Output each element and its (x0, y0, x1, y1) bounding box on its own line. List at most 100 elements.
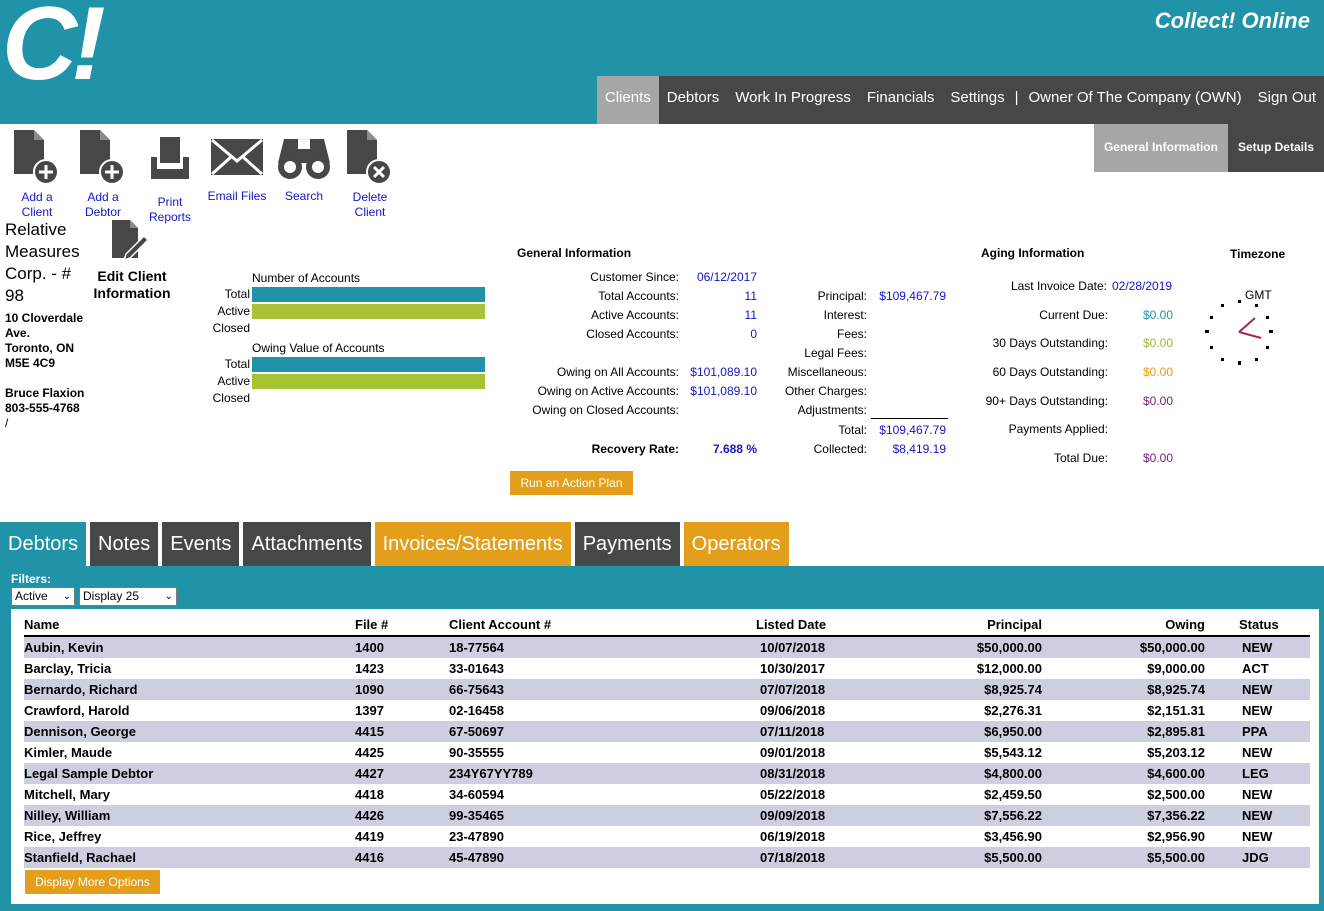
client-name-line: Corp. - # (5, 264, 72, 283)
bar-label: Total (224, 287, 250, 301)
active-accounts-value: 11 (744, 308, 757, 322)
tab-general-information[interactable]: General Information (1093, 124, 1228, 172)
debtors-table: Name File # Client Account # Listed Date… (11, 609, 1319, 904)
edit-client-button[interactable]: Edit Client Information (86, 218, 178, 302)
nav-operator-company[interactable]: Owner Of The Company (OWN) (1021, 76, 1250, 124)
display-more-options-button[interactable]: Display More Options (25, 870, 160, 894)
col-owing[interactable]: Owing (1165, 617, 1205, 632)
app-logo[interactable]: C! (2, 0, 106, 96)
table-row[interactable]: Legal Sample Debtor 4427 234Y67YY789 08/31/… (24, 763, 1310, 784)
app-header: C! Collect! Online Clients Debtors Work … (0, 0, 1324, 124)
cell-listed-date: 10/07/2018 (760, 640, 826, 655)
search-label: Search (284, 189, 324, 203)
tab-attachments[interactable]: Attachments (243, 522, 371, 567)
cell-name: Barclay, Tricia (24, 661, 112, 676)
table-row[interactable]: Bernardo, Richard 1090 66-75643 07/07/2018 $… (24, 679, 1310, 700)
col-client-account[interactable]: Client Account # (449, 617, 551, 632)
client-name-line: 98 (5, 286, 24, 305)
cell-listed-date: 06/19/2018 (760, 829, 826, 844)
cell-owing: $5,500.00 (1147, 850, 1205, 865)
number-active-bar (252, 304, 485, 319)
bar-label: Total (224, 357, 250, 371)
col-principal[interactable]: Principal (987, 617, 1042, 632)
cell-file-number: 4427 (355, 766, 384, 781)
main-nav: Clients Debtors Work In Progress Financi… (596, 76, 1324, 124)
number-closed-row: Closed (200, 320, 490, 337)
cell-listed-date: 09/06/2018 (760, 703, 826, 718)
display-count-select[interactable]: Display 25 ⌄ (79, 587, 177, 606)
col-name[interactable]: Name (24, 617, 59, 632)
table-row[interactable]: Mitchell, Mary 4418 34-60594 05/22/2018 $2,4… (24, 784, 1310, 805)
delete-client-button[interactable]: Delete Client (343, 128, 397, 220)
email-files-button[interactable]: Email Files (204, 133, 270, 204)
table-row[interactable]: Rice, Jeffrey 4419 23-47890 06/19/2018 $3,45… (24, 826, 1310, 847)
cell-client-account: 18-77564 (449, 640, 504, 655)
chevron-down-icon: ⌄ (164, 591, 173, 602)
cell-listed-date: 07/18/2018 (760, 850, 826, 865)
tab-setup-details[interactable]: Setup Details (1227, 124, 1324, 172)
nav-financials[interactable]: Financials (859, 76, 943, 124)
client-name: Relative Measures Corp. - # 98 (5, 219, 87, 307)
record-tabs: Debtors Notes Events Attachments Invoice… (0, 522, 793, 567)
nav-debtors[interactable]: Debtors (659, 76, 728, 124)
table-row[interactable]: Nilley, William 4426 99-35465 09/09/2018 $7,… (24, 805, 1310, 826)
binoculars-icon (278, 139, 330, 179)
printer-icon (151, 137, 189, 179)
table-row[interactable]: Dennison, George 4415 67-50697 07/11/2018 $6… (24, 721, 1310, 742)
owing-active-value: $101,089.10 (690, 384, 757, 398)
cell-status: NEW (1242, 745, 1273, 760)
status-filter-value: Active (15, 589, 48, 603)
nav-clients[interactable]: Clients (596, 76, 659, 124)
days-60-value: $0.00 (1143, 365, 1174, 379)
status-filter-select[interactable]: Active ⌄ (11, 587, 75, 606)
table-row[interactable]: Barclay, Tricia 1423 33-01643 10/30/2017 $12… (24, 658, 1310, 679)
tab-operators[interactable]: Operators (683, 522, 789, 567)
cell-client-account: 90-35555 (449, 745, 504, 760)
nav-separator: | (1014, 89, 1019, 106)
search-button[interactable]: Search (276, 133, 332, 204)
cell-status: ACT (1242, 661, 1269, 676)
cell-file-number: 1423 (355, 661, 384, 676)
days-60-label: 60 Days Outstanding: (992, 365, 1108, 379)
customer-since-value: 06/12/2017 (696, 270, 757, 284)
tab-events[interactable]: Events (162, 522, 240, 567)
cell-principal: $12,000.00 (976, 661, 1042, 676)
print-reports-label-1: Print (157, 195, 183, 209)
owing-all-label: Owing on All Accounts: (556, 365, 679, 379)
cell-file-number: 4419 (355, 829, 384, 844)
sub-tabs: General Information Setup Details (1093, 124, 1324, 172)
add-debtor-button[interactable]: Add a Debtor (76, 128, 130, 220)
envelope-icon (210, 138, 264, 176)
cell-principal: $6,950.00 (984, 724, 1042, 739)
number-total-bar (252, 287, 485, 302)
cell-owing: $2,500.00 (1147, 787, 1205, 802)
cell-principal: $2,459.50 (984, 787, 1042, 802)
nav-work-in-progress[interactable]: Work In Progress (727, 76, 859, 124)
cell-owing: $50,000.00 (1139, 640, 1205, 655)
table-row[interactable]: Stanfield, Rachael 4416 45-47890 07/18/2018… (24, 847, 1310, 868)
cell-name: Rice, Jeffrey (24, 829, 102, 844)
col-listed-date[interactable]: Listed Date (756, 617, 826, 632)
nav-sign-out[interactable]: Sign Out (1250, 76, 1324, 124)
number-of-accounts-title: Number of Accounts (252, 271, 361, 285)
owing-closed-label: Owing on Closed Accounts: (532, 403, 679, 417)
bar-label: Closed (212, 321, 250, 335)
delete-client-label-1: Delete (352, 190, 388, 204)
add-client-button[interactable]: Add a Client (10, 128, 64, 220)
tab-invoices-statements[interactable]: Invoices/Statements (374, 522, 571, 567)
table-row[interactable]: Aubin, Kevin 1400 18-77564 10/07/2018 $50,00… (24, 637, 1310, 658)
bar-label: Closed (212, 391, 250, 405)
delete-client-label-2: Client (354, 205, 386, 219)
nav-settings[interactable]: Settings (942, 76, 1012, 124)
col-file-number[interactable]: File # (355, 617, 388, 632)
print-reports-button[interactable]: Print Reports (144, 133, 196, 225)
table-row[interactable]: Crawford, Harold 1397 02-16458 09/06/2018 $2… (24, 700, 1310, 721)
tab-payments[interactable]: Payments (574, 522, 680, 567)
tab-debtors[interactable]: Debtors (0, 522, 87, 567)
value-active-row: Active (200, 373, 490, 390)
tab-notes[interactable]: Notes (90, 522, 159, 567)
table-row[interactable]: Kimler, Maude 4425 90-35555 09/01/2018 $5,54… (24, 742, 1310, 763)
col-status[interactable]: Status (1239, 617, 1279, 632)
number-active-row: Active (200, 303, 490, 320)
run-action-plan-button[interactable]: Run an Action Plan (510, 471, 633, 495)
